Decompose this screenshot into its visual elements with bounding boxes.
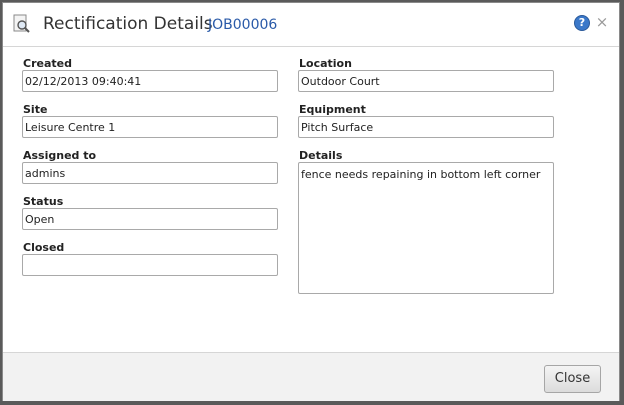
details-label: Details bbox=[299, 149, 343, 162]
location-field[interactable]: Outdoor Court bbox=[298, 70, 554, 92]
details-textarea[interactable]: fence needs repaining in bottom left cor… bbox=[298, 162, 554, 294]
close-button[interactable]: Close bbox=[544, 365, 601, 393]
job-code: JOB00006 bbox=[208, 17, 278, 33]
help-icon[interactable]: ? bbox=[574, 15, 590, 31]
status-label: Status bbox=[23, 195, 64, 208]
dialog-title: Rectification Details bbox=[43, 14, 213, 34]
dialog-footer: Close bbox=[3, 352, 619, 401]
site-field[interactable]: Leisure Centre 1 bbox=[22, 116, 278, 138]
closed-label: Closed bbox=[23, 241, 65, 254]
status-field[interactable]: Open bbox=[22, 208, 278, 230]
rectification-dialog: Rectification Details JOB00006 ? × Creat… bbox=[2, 2, 620, 401]
closed-field[interactable] bbox=[22, 254, 278, 276]
created-field[interactable]: 02/12/2013 09:40:41 bbox=[22, 70, 278, 92]
equipment-label: Equipment bbox=[299, 103, 366, 116]
close-icon[interactable]: × bbox=[595, 14, 609, 30]
assigned-to-field[interactable]: admins bbox=[22, 162, 278, 184]
equipment-field[interactable]: Pitch Surface bbox=[298, 116, 554, 138]
site-label: Site bbox=[23, 103, 48, 116]
dialog-titlebar: Rectification Details JOB00006 ? × bbox=[3, 3, 619, 47]
created-label: Created bbox=[23, 57, 72, 70]
assigned-to-label: Assigned to bbox=[23, 149, 97, 162]
magnifier-document-icon bbox=[13, 14, 30, 33]
location-label: Location bbox=[299, 57, 352, 70]
